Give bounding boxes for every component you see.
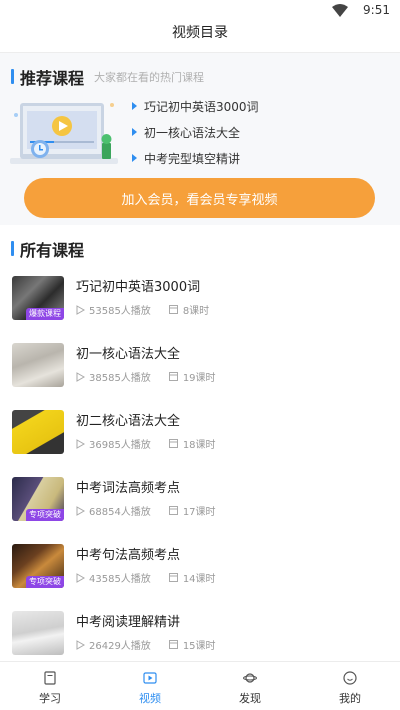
recommended-item-label: 巧记初中英语3000词 xyxy=(144,99,259,114)
course-title: 初二核心语法大全 xyxy=(76,414,181,429)
course-item[interactable]: 专项突破 中考句法高频考点 43585人播放 14课时 xyxy=(0,538,400,605)
course-thumbnail: 爆款课程 xyxy=(12,276,64,320)
lessons-icon xyxy=(168,506,178,515)
notebook-icon xyxy=(44,671,56,685)
recommended-section: 推荐课程 大家都在看的热门课程 巧记初中英语3000词 初一核心语法大全 中考完… xyxy=(0,53,400,225)
course-title: 巧记初中英语3000词 xyxy=(76,280,201,295)
join-membership-button[interactable]: 加入会员，看会员专享视频 xyxy=(24,178,375,218)
recommended-item[interactable]: 巧记初中英语3000词 xyxy=(132,93,259,119)
recommended-title: 推荐课程 xyxy=(20,69,85,88)
recommended-item-label: 初一核心语法大全 xyxy=(144,125,241,140)
play-icon xyxy=(76,572,85,583)
tab-label: 发现 xyxy=(239,692,261,705)
page-title: 视频目录 xyxy=(172,25,228,41)
all-courses-header: 所有课程 xyxy=(0,232,400,262)
lessons-icon xyxy=(168,305,178,314)
course-item[interactable]: 初一核心语法大全 38585人播放 19课时 xyxy=(0,337,400,404)
course-thumbnail xyxy=(12,410,64,454)
wifi-icon xyxy=(332,4,348,17)
recommended-subtitle: 大家都在看的热门课程 xyxy=(94,71,204,84)
tab-discover[interactable]: 发现 xyxy=(200,662,300,710)
tab-label: 我的 xyxy=(339,692,361,705)
navbar: 视频目录 xyxy=(0,22,400,52)
course-thumbnail xyxy=(12,343,64,387)
tab-video[interactable]: 视频 xyxy=(100,662,200,710)
planet-icon xyxy=(243,673,257,683)
course-meta: 26429人播放 15课时 xyxy=(76,637,216,652)
lessons-icon xyxy=(168,439,178,448)
course-lessons: 19课时 xyxy=(182,373,216,384)
course-lessons: 17课时 xyxy=(182,507,216,518)
recommended-list: 巧记初中英语3000词 初一核心语法大全 中考完型填空精讲 xyxy=(132,93,259,171)
course-item[interactable]: 专项突破 中考词法高频考点 68854人播放 17课时 xyxy=(0,471,400,538)
bullet-triangle-icon xyxy=(132,102,137,110)
course-list: 爆款课程 巧记初中英语3000词 53585人播放 8课时 初一核心语法大全 3… xyxy=(0,270,400,672)
tab-study[interactable]: 学习 xyxy=(0,662,100,710)
lessons-icon xyxy=(168,640,178,649)
status-time: 9:51 xyxy=(363,3,390,17)
course-plays: 43585人播放 xyxy=(89,574,151,585)
course-illustration xyxy=(10,103,118,164)
course-tag: 专项突破 xyxy=(26,509,64,521)
course-plays: 53585人播放 xyxy=(89,306,151,317)
course-title: 中考句法高频考点 xyxy=(76,548,181,563)
play-icon xyxy=(76,304,85,315)
course-plays: 68854人播放 xyxy=(89,507,151,518)
course-plays: 38585人播放 xyxy=(89,373,151,384)
tab-label: 视频 xyxy=(139,692,161,705)
course-meta: 36985人播放 18课时 xyxy=(76,436,216,451)
section-marker xyxy=(11,241,14,256)
course-item[interactable]: 爆款课程 巧记初中英语3000词 53585人播放 8课时 xyxy=(0,270,400,337)
play-icon xyxy=(76,438,85,449)
lessons-icon xyxy=(168,372,178,381)
course-plays: 36985人播放 xyxy=(89,440,151,451)
course-title: 中考词法高频考点 xyxy=(76,481,181,496)
all-courses-title: 所有课程 xyxy=(20,241,85,260)
play-icon xyxy=(76,505,85,516)
course-title: 初一核心语法大全 xyxy=(76,347,181,362)
course-tag: 专项突破 xyxy=(26,576,64,588)
course-meta: 43585人播放 14课时 xyxy=(76,570,216,585)
recommended-item[interactable]: 中考完型填空精讲 xyxy=(132,145,259,171)
course-lessons: 8课时 xyxy=(182,306,210,317)
lessons-icon xyxy=(168,573,178,582)
course-thumbnail xyxy=(12,611,64,655)
status-bar: 9:51 xyxy=(0,0,400,22)
tab-profile[interactable]: 我的 xyxy=(300,662,400,710)
play-icon xyxy=(76,639,85,650)
recommended-item[interactable]: 初一核心语法大全 xyxy=(132,119,259,145)
bullet-triangle-icon xyxy=(132,154,137,162)
course-title: 中考阅读理解精讲 xyxy=(76,615,181,630)
course-lessons: 15课时 xyxy=(182,641,216,652)
recommended-item-label: 中考完型填空精讲 xyxy=(144,151,241,166)
play-icon xyxy=(76,371,85,382)
course-meta: 68854人播放 17课时 xyxy=(76,503,216,518)
course-lessons: 14课时 xyxy=(182,574,216,585)
course-item[interactable]: 初二核心语法大全 36985人播放 18课时 xyxy=(0,404,400,471)
course-meta: 38585人播放 19课时 xyxy=(76,369,216,384)
section-marker xyxy=(11,69,14,84)
bottom-tab-bar: 学习 视频 发现 我的 xyxy=(0,661,400,710)
video-play-icon xyxy=(143,672,157,684)
smiley-icon xyxy=(343,671,357,685)
course-plays: 26429人播放 xyxy=(89,641,151,652)
course-meta: 53585人播放 8课时 xyxy=(76,302,209,317)
tab-label: 学习 xyxy=(39,692,61,705)
course-lessons: 18课时 xyxy=(182,440,216,451)
course-thumbnail: 专项突破 xyxy=(12,477,64,521)
bullet-triangle-icon xyxy=(132,128,137,136)
course-tag: 爆款课程 xyxy=(26,308,64,320)
course-thumbnail: 专项突破 xyxy=(12,544,64,588)
